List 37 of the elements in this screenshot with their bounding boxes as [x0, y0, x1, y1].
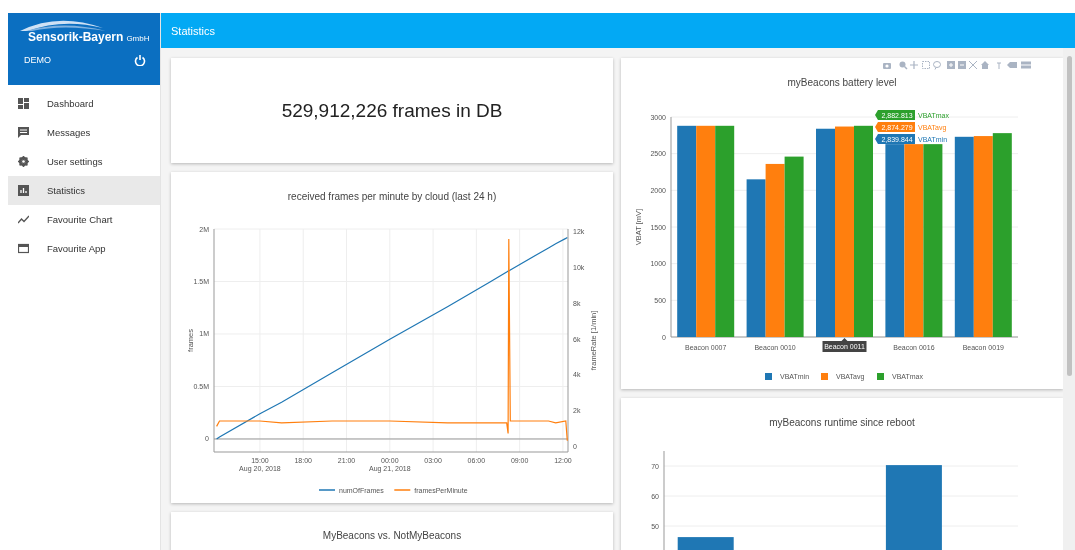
zoom-in-icon[interactable]: [947, 61, 955, 69]
zoom-icon[interactable]: [899, 61, 908, 70]
sidebar-item[interactable]: Dashboard: [8, 89, 160, 118]
window-icon: [18, 243, 29, 254]
chart-title: received frames per minute by cloud (last 24 h): [287, 191, 497, 202]
sidebar-item[interactable]: Favourite App: [8, 234, 160, 263]
user-label: DEMO: [24, 55, 51, 65]
brand-name: Sensorik-Bayern: [28, 30, 124, 44]
dashboard-icon: [18, 98, 29, 109]
chart-title: MyBeacons vs. NotMyBeacons: [322, 530, 462, 543]
page-title: Statistics: [171, 24, 215, 37]
power-icon[interactable]: [134, 54, 146, 66]
pan-icon[interactable]: [909, 60, 919, 70]
chart-title: myBeacons runtime since reboot: [769, 417, 915, 428]
box-select-icon[interactable]: [922, 61, 930, 69]
brand-suffix: GmbH: [126, 34, 150, 43]
bar-chart-icon: [18, 185, 29, 196]
trend-line-icon: [18, 214, 29, 225]
message-icon: [18, 127, 29, 138]
camera-icon[interactable]: [883, 63, 891, 69]
sidebar-item[interactable]: Statistics: [8, 176, 160, 205]
bar: [677, 537, 734, 550]
scrollbar[interactable]: [1063, 48, 1075, 550]
sidebar-item[interactable]: Messages: [8, 118, 160, 147]
legend-swatch-icon: [765, 373, 772, 380]
legend-line-icon: [393, 489, 412, 491]
chart-title: myBeacons battery level: [787, 77, 897, 88]
frame-count: 529,912,226 frames in DB: [281, 99, 503, 122]
legend-swatch-icon: [877, 373, 884, 380]
legend-line-icon: [318, 489, 336, 491]
settings-icon: [18, 156, 29, 167]
sidebar-item[interactable]: User settings: [8, 147, 160, 176]
home-icon[interactable]: [981, 61, 989, 69]
lasso-icon[interactable]: [933, 61, 941, 70]
zoom-out-icon[interactable]: [958, 61, 966, 69]
sidebar-item[interactable]: Favourite Chart: [8, 205, 160, 234]
legend-swatch-icon: [821, 373, 828, 380]
